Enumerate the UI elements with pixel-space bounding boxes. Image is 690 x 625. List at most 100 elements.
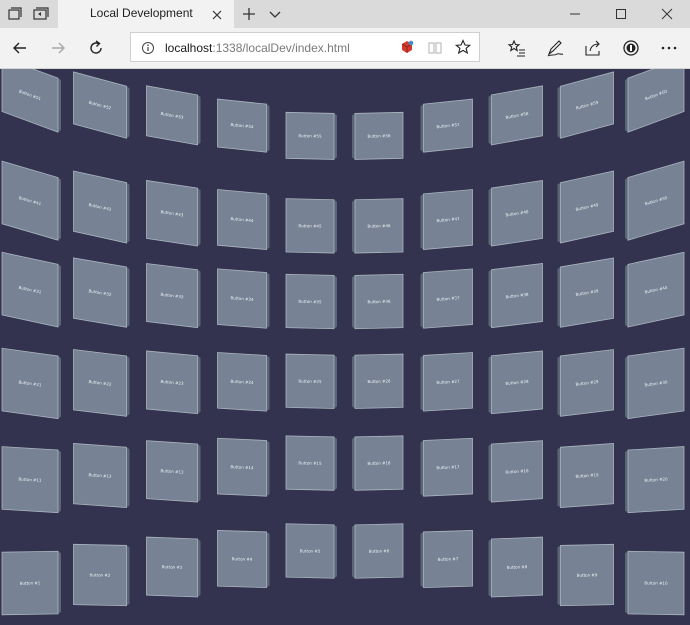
- star-icon[interactable]: [454, 39, 472, 55]
- grid-button[interactable]: Button #9: [557, 543, 614, 607]
- arrow-right-icon[interactable]: [48, 38, 68, 58]
- tab-local-development[interactable]: Local Development: [58, 0, 234, 28]
- grid-button[interactable]: Button #16: [352, 435, 404, 491]
- grid-button[interactable]: Button #56: [352, 111, 404, 160]
- share-icon[interactable]: [583, 38, 603, 58]
- grid-button[interactable]: Button #19: [557, 443, 614, 508]
- grid-button[interactable]: Button #18: [488, 440, 543, 503]
- grid-button-label: Button #1: [20, 580, 41, 585]
- more-icon[interactable]: [659, 38, 679, 58]
- grid-button[interactable]: Button #30: [625, 347, 685, 420]
- grid-button[interactable]: Button #4: [217, 530, 270, 589]
- grid-button[interactable]: Button #38: [488, 263, 543, 329]
- grid-button[interactable]: Button #42: [73, 170, 130, 244]
- grid-button[interactable]: Button #6: [352, 523, 404, 579]
- grid-button[interactable]: Button #25: [285, 353, 337, 409]
- grid-button[interactable]: Button #7: [420, 530, 473, 589]
- grid-button[interactable]: Button #22: [73, 349, 130, 417]
- book-icon[interactable]: [427, 40, 443, 56]
- arrow-left-icon[interactable]: [10, 38, 30, 58]
- grid-button[interactable]: Button #27: [420, 352, 473, 412]
- grid-button[interactable]: Button #3: [146, 536, 201, 598]
- url-text[interactable]: localhost:1338/localDev/index.html: [165, 41, 350, 55]
- grid-button-edge: [625, 78, 628, 133]
- grid-button[interactable]: Button #32: [73, 257, 130, 328]
- grid-button[interactable]: Button #37: [420, 268, 473, 329]
- grid-button[interactable]: Button #49: [557, 170, 614, 244]
- grid-button[interactable]: Button #50: [625, 160, 685, 241]
- grid-button[interactable]: Button #14: [217, 437, 270, 497]
- grid-button[interactable]: Button #45: [285, 198, 337, 254]
- info-icon[interactable]: [141, 40, 155, 54]
- grid-button[interactable]: Button #29: [557, 349, 614, 417]
- grid-button[interactable]: Button #52: [73, 71, 130, 139]
- grid-button-label: Button #45: [298, 223, 322, 229]
- maximize-button[interactable]: [598, 0, 644, 28]
- grid-button[interactable]: Button #59: [557, 71, 614, 139]
- grid-button-face[interactable]: [627, 69, 685, 133]
- grid-button[interactable]: Button #44: [217, 189, 270, 251]
- grid-button[interactable]: Button #58: [488, 85, 543, 146]
- grid-button-edge: [266, 531, 270, 588]
- grid-button-edge: [197, 444, 201, 503]
- refresh-icon[interactable]: [86, 38, 106, 58]
- grid-button-edge: [126, 447, 130, 508]
- grid-button-edge: [625, 177, 628, 241]
- grid-button-face[interactable]: [1, 69, 59, 133]
- grid-button-edge: [488, 444, 492, 503]
- key-icon[interactable]: [621, 38, 641, 58]
- grid-button[interactable]: Button #28: [488, 350, 543, 415]
- grid-button[interactable]: Button #43: [146, 179, 201, 247]
- tab-set-aside-icon[interactable]: [6, 5, 24, 23]
- grid-button[interactable]: Button #15: [285, 435, 337, 491]
- grid-button[interactable]: Button #5: [285, 523, 337, 579]
- grid-button[interactable]: Button #47: [420, 189, 473, 251]
- grid-button[interactable]: Button #26: [352, 353, 404, 409]
- show-tabs-icon[interactable]: [32, 5, 50, 23]
- grid-button[interactable]: Button #8: [488, 536, 543, 598]
- grid-button[interactable]: Button #60: [625, 69, 685, 133]
- grid-button[interactable]: Button #39: [557, 257, 614, 328]
- grid-button[interactable]: Button #34: [217, 268, 270, 329]
- grid-button[interactable]: Button #10: [625, 550, 685, 616]
- grid-button[interactable]: Button #35: [285, 273, 337, 330]
- grid-button[interactable]: Button #31: [1, 251, 61, 328]
- pen-icon[interactable]: [545, 38, 565, 58]
- extension-icon[interactable]: [399, 39, 415, 55]
- plus-icon[interactable]: [240, 5, 258, 23]
- grid-button[interactable]: Button #55: [285, 111, 337, 160]
- favorites-list-icon[interactable]: [507, 38, 527, 58]
- minimize-button[interactable]: [552, 0, 598, 28]
- grid-button[interactable]: Button #23: [146, 350, 201, 415]
- grid-button[interactable]: Button #51: [1, 69, 61, 133]
- close-window-button[interactable]: [644, 0, 690, 28]
- grid-button-edge: [420, 531, 424, 588]
- grid-button[interactable]: Button #36: [352, 273, 404, 330]
- grid-button[interactable]: Button #21: [1, 347, 61, 420]
- grid-button[interactable]: Button #57: [420, 98, 473, 153]
- grid-button[interactable]: Button #33: [146, 263, 201, 329]
- grid-button[interactable]: Button #48: [488, 179, 543, 247]
- grid-button[interactable]: Button #17: [420, 437, 473, 497]
- grid-button-label: Button #5: [300, 548, 321, 553]
- grid-button[interactable]: Button #13: [146, 440, 201, 503]
- chevron-down-icon[interactable]: [266, 5, 284, 23]
- grid-button[interactable]: Button #24: [217, 352, 270, 412]
- grid-button[interactable]: Button #40: [625, 251, 685, 328]
- grid-button[interactable]: Button #12: [73, 443, 130, 508]
- address-bar[interactable]: localhost:1338/localDev/index.html: [130, 32, 480, 62]
- grid-button-label: Button #2: [90, 572, 111, 577]
- grid-button[interactable]: Button #41: [1, 160, 61, 241]
- grid-button-edge: [488, 538, 492, 597]
- grid-button[interactable]: Button #1: [1, 550, 61, 616]
- grid-button[interactable]: Button #11: [1, 446, 61, 514]
- grid-button[interactable]: Button #46: [352, 198, 404, 254]
- grid-button[interactable]: Button #53: [146, 85, 201, 146]
- grid-button[interactable]: Button #2: [73, 543, 130, 607]
- grid-button-label: Button #55: [298, 133, 322, 139]
- close-icon[interactable]: [210, 7, 224, 21]
- grid-button[interactable]: Button #20: [625, 446, 685, 514]
- grid-button[interactable]: Button #54: [217, 98, 270, 153]
- grid-button-label: Button #3: [162, 564, 183, 570]
- webgl-canvas[interactable]: Button #51 Button #52 Button #53 Button #54…: [0, 69, 690, 625]
